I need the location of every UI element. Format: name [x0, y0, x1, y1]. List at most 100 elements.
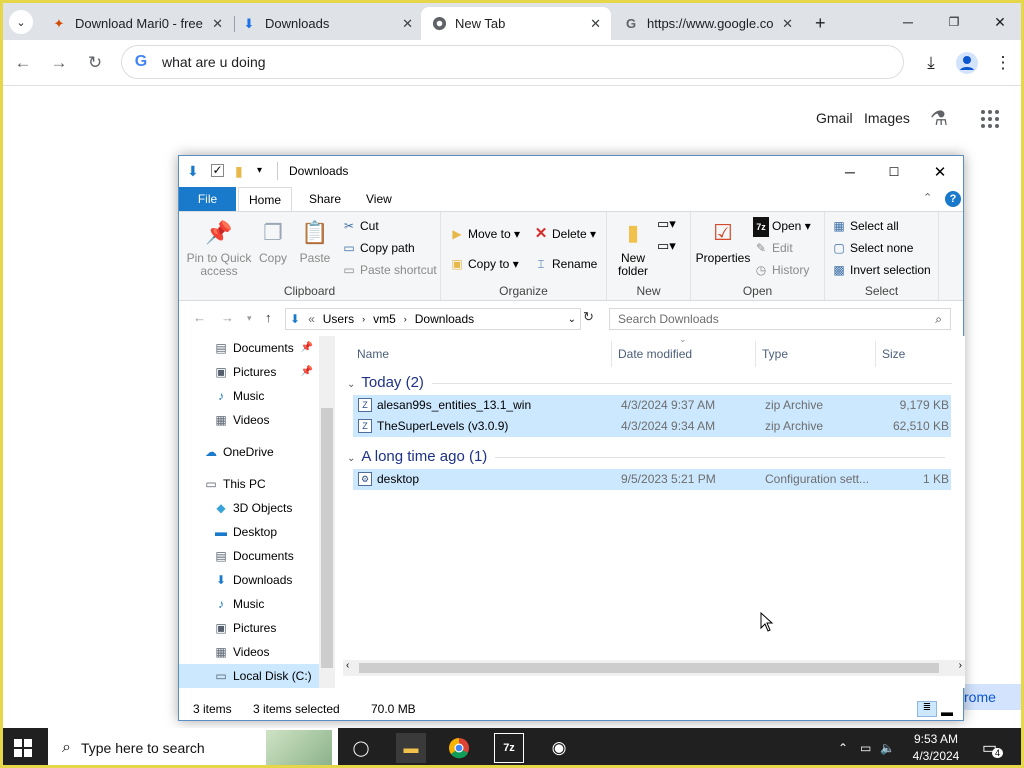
breadcrumb-downloads[interactable]: Downloads	[415, 312, 474, 326]
breadcrumb-vm5[interactable]: vm5	[373, 312, 396, 326]
refresh-icon[interactable]: ↻	[583, 309, 594, 325]
download-icon[interactable]: ⤓	[919, 51, 943, 75]
tab-home[interactable]: Home	[238, 187, 293, 211]
nav-item-onedrive[interactable]: ☁ OneDrive	[179, 440, 319, 464]
scrollbar-thumb[interactable]	[321, 408, 333, 668]
customize-quick-access-icon[interactable]: ▾	[257, 165, 262, 176]
restore-button[interactable]: ❐	[931, 9, 977, 35]
nav-item-documents[interactable]: ▤ Documents 📌	[179, 336, 319, 360]
close-icon[interactable]: ✕	[402, 16, 413, 32]
gmail-link[interactable]: Gmail	[816, 110, 853, 126]
easy-access-icon[interactable]: ▭▾	[657, 236, 676, 256]
customize-chrome-button[interactable]: rome	[955, 684, 1024, 710]
new-item-icon[interactable]: ▭▾	[657, 214, 676, 234]
nav-item-music[interactable]: ♪ Music	[179, 384, 319, 408]
copy-to-button[interactable]: ▣ Copy to ▾	[449, 254, 518, 274]
chrome-taskbar-icon[interactable]	[444, 733, 474, 763]
tab-downloads[interactable]: ⬇ Downloads ✕	[231, 7, 423, 40]
apps-grid-icon[interactable]	[981, 110, 999, 128]
nav-item-pictures[interactable]: ▣ Pictures	[179, 616, 319, 640]
search-box[interactable]: Search Downloads ⌕	[609, 308, 951, 330]
scrollbar-thumb[interactable]	[359, 663, 939, 673]
history-button[interactable]: ◷ History	[753, 260, 810, 280]
close-button[interactable]: ✕	[917, 156, 963, 187]
7zip-taskbar-icon[interactable]: 7z	[494, 733, 524, 763]
collapse-ribbon-icon[interactable]: ⌃	[923, 191, 932, 204]
reload-button[interactable]: ↻	[83, 51, 107, 75]
scroll-left-icon[interactable]: ‹	[346, 660, 349, 671]
help-icon[interactable]: ?	[945, 191, 961, 207]
omnibox[interactable]: G	[121, 45, 904, 79]
select-all-button[interactable]: ▦ Select all	[831, 216, 898, 236]
paste-button[interactable]: 📋 Paste	[295, 218, 335, 265]
maximize-button[interactable]: ☐	[871, 156, 917, 187]
back-button[interactable]: ←	[11, 51, 35, 75]
file-row[interactable]: ⚙ desktop 9/5/2023 5:21 PM Configuration se…	[353, 469, 951, 490]
minimize-button[interactable]: ─	[827, 156, 873, 187]
nav-item-desktop[interactable]: ▬ Desktop	[179, 520, 319, 544]
scroll-right-icon[interactable]: ›	[959, 660, 962, 671]
file-row[interactable]: Zalesan99s_entities_13.1_win 4/3/2024 9:3…	[353, 395, 951, 416]
new-tab-button[interactable]: +	[805, 7, 835, 40]
taskbar-search-box[interactable]: ⌕ Type here to search	[48, 728, 338, 768]
close-icon[interactable]: ✕	[590, 16, 601, 32]
nav-item-3d-objects[interactable]: ◆ 3D Objects	[179, 496, 319, 520]
select-none-button[interactable]: ▢ Select none	[831, 238, 913, 258]
tab-new-tab[interactable]: New Tab ✕	[421, 7, 611, 40]
column-size[interactable]: Size	[875, 341, 905, 367]
tab-search-button[interactable]: ⌄	[9, 10, 33, 34]
column-type[interactable]: Type	[755, 341, 788, 367]
start-button[interactable]	[14, 739, 32, 757]
recent-locations-icon[interactable]: ▾	[247, 313, 252, 324]
open-button[interactable]: 7z Open ▾	[753, 216, 811, 237]
nav-scrollbar[interactable]	[319, 336, 335, 688]
up-arrow-icon[interactable]: ↑	[265, 310, 272, 325]
paste-shortcut-button[interactable]: ▭ Paste shortcut	[341, 260, 436, 280]
invert-selection-button[interactable]: ▩ Invert selection	[831, 260, 930, 280]
obs-taskbar-icon[interactable]: ◉	[544, 733, 574, 763]
forward-arrow-icon[interactable]: →	[221, 310, 234, 325]
horizontal-scrollbar[interactable]: ‹ ›	[343, 660, 965, 676]
delete-button[interactable]: ✕ Delete ▾	[533, 224, 596, 244]
move-to-button[interactable]: ▶ Move to ▾	[449, 224, 520, 244]
forward-button[interactable]: →	[47, 51, 71, 75]
nav-item-pictures[interactable]: ▣ Pictures 📌	[179, 360, 319, 384]
show-hidden-icons-icon[interactable]: ⌃	[838, 728, 848, 768]
tab-share[interactable]: Share	[299, 187, 351, 211]
close-window-button[interactable]: ✕	[977, 9, 1023, 35]
file-row[interactable]: Z TheSuperLevels (v3.0.9) 4/3/2024 9:34 AM…	[353, 416, 951, 437]
notification-icon[interactable]: ▭ 4	[982, 728, 1004, 768]
tiles-view-icon[interactable]: ▬	[941, 701, 953, 723]
copy-button[interactable]: ❐ Copy	[255, 218, 291, 265]
tab-google[interactable]: G https://www.google.co ✕	[613, 7, 803, 40]
properties-checkbox-icon[interactable]: ✓	[211, 164, 224, 177]
file-explorer-taskbar-icon[interactable]: ▬	[396, 733, 426, 763]
chrome-menu-button[interactable]: ⋮	[991, 51, 1015, 75]
new-folder-quick-icon[interactable]: ▮	[235, 163, 243, 180]
task-view-icon[interactable]: ◯	[346, 733, 376, 763]
volume-icon[interactable]: 🔈	[880, 728, 895, 768]
labs-flask-icon[interactable]: ⚗	[930, 106, 948, 131]
images-link[interactable]: Images	[864, 110, 910, 126]
nav-item-local-disk-c[interactable]: ▭ Local Disk (C:)	[179, 664, 319, 688]
nav-item-this-pc[interactable]: ▭ This PC	[179, 472, 319, 496]
group-header[interactable]: ⌄ A long time ago (1)	[347, 448, 946, 465]
breadcrumb-users[interactable]: Users	[323, 312, 354, 326]
close-icon[interactable]: ✕	[782, 16, 793, 32]
profile-avatar[interactable]	[955, 51, 979, 75]
new-folder-button[interactable]: ▮ New folder	[611, 218, 655, 278]
nav-item-videos[interactable]: ▦ Videos	[179, 408, 319, 432]
collapse-chevron-icon[interactable]: ⌄	[347, 453, 355, 464]
nav-item-videos[interactable]: ▦ Videos	[179, 640, 319, 664]
group-header[interactable]: ⌄ Today (2)	[347, 374, 952, 391]
pin-to-quick-access-button[interactable]: 📌 Pin to Quick access	[185, 218, 253, 278]
tab-file[interactable]: File	[179, 187, 236, 211]
column-name[interactable]: Name	[357, 341, 389, 367]
details-view-icon[interactable]: ≣	[917, 701, 937, 717]
back-arrow-icon[interactable]: ←	[193, 310, 206, 325]
nav-item-downloads[interactable]: ⬇ Downloads	[179, 568, 319, 592]
collapse-chevron-icon[interactable]: ⌄	[347, 379, 355, 390]
network-icon[interactable]: ▭	[860, 728, 871, 768]
omnibox-input[interactable]	[162, 54, 903, 70]
copy-path-button[interactable]: ▭ Copy path	[341, 238, 414, 258]
